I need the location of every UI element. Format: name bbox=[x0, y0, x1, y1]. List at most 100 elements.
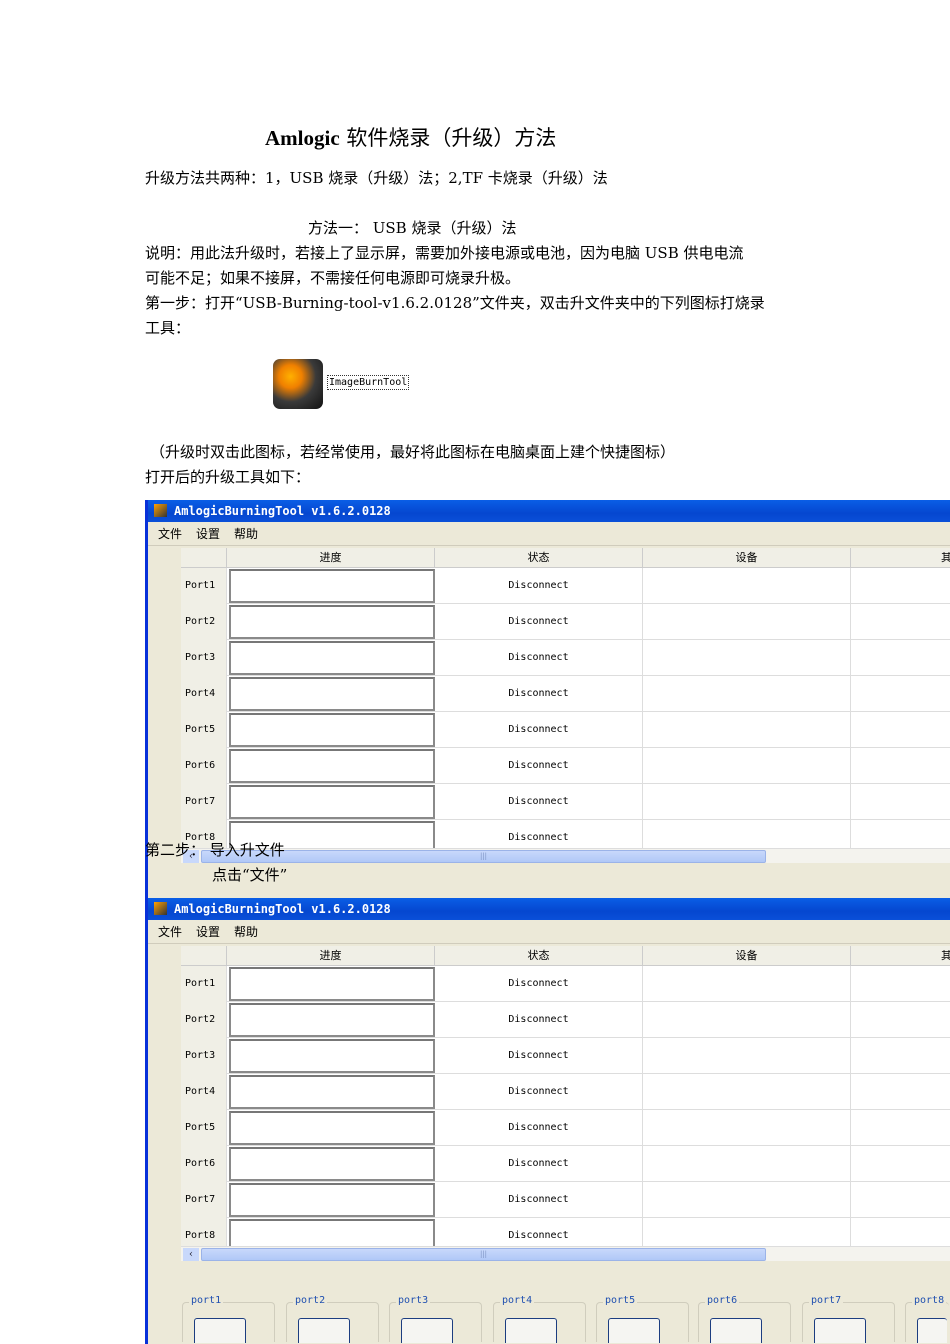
row-port-label: Port4 bbox=[181, 676, 227, 712]
row-port-label: Port3 bbox=[181, 640, 227, 676]
device-cell bbox=[643, 1146, 851, 1182]
port-button[interactable] bbox=[608, 1318, 660, 1343]
status-cell: Disconnect bbox=[435, 568, 643, 604]
port-button[interactable] bbox=[298, 1318, 350, 1343]
intro-text: 升级方法共两种：1，USB 烧录（升级）法；2,TF 卡烧录（升级）法 bbox=[145, 169, 608, 187]
table-row: Port7 Disconnect bbox=[181, 784, 950, 820]
progress-bar bbox=[229, 713, 435, 747]
table-row: Port1 Disconnect bbox=[181, 568, 950, 604]
row-port-label: Port4 bbox=[181, 1074, 227, 1110]
progress-bar bbox=[229, 1183, 435, 1217]
step2-text: 第二步： 导入升文件 bbox=[145, 841, 285, 859]
progress-bar bbox=[229, 967, 435, 1001]
status-cell: Disconnect bbox=[435, 966, 643, 1002]
row-port-label: Port2 bbox=[181, 1002, 227, 1038]
menu-item-file[interactable]: 文件 bbox=[158, 527, 182, 541]
table-row: Port2 Disconnect bbox=[181, 604, 950, 640]
table-row: Port5 Disconnect bbox=[181, 712, 950, 748]
tip-text: （升级时双击此图标，若经常使用，最好将此图标在电脑桌面上建个快捷图标） bbox=[150, 443, 676, 461]
menu-item-help[interactable]: 帮助 bbox=[234, 925, 258, 939]
imageburntool-icon[interactable] bbox=[273, 359, 323, 409]
window-title: AmlogicBurningTool v1.6.2.0128 bbox=[174, 504, 391, 518]
device-cell bbox=[643, 1038, 851, 1074]
burning-tool-window-2: AmlogicBurningTool v1.6.2.0128 文件 设置 帮助 进度 状态… bbox=[145, 898, 950, 1344]
after-open-text: 打开后的升级工具如下： bbox=[145, 468, 311, 486]
progress-bar bbox=[229, 605, 435, 639]
device-cell bbox=[643, 1182, 851, 1218]
port-button[interactable] bbox=[401, 1318, 453, 1343]
column-header[interactable]: 其 bbox=[851, 548, 950, 568]
scroll-thumb[interactable]: ||| bbox=[201, 1248, 766, 1261]
port-group-label: port4 bbox=[500, 1295, 535, 1306]
scroll-thumb[interactable]: ||| bbox=[201, 850, 766, 863]
burning-tool-window-1: AmlogicBurningTool v1.6.2.0128 文件 设置 帮助 进度 状态… bbox=[145, 500, 950, 898]
column-header[interactable]: 设备 bbox=[643, 946, 851, 966]
menu-bar: 文件 设置 帮助 bbox=[148, 522, 950, 546]
menu-item-help[interactable]: 帮助 bbox=[234, 527, 258, 541]
menu-item-settings[interactable]: 设置 bbox=[196, 527, 220, 541]
device-cell bbox=[643, 640, 851, 676]
port-group: port3 bbox=[389, 1295, 482, 1343]
row-port-label: Port7 bbox=[181, 784, 227, 820]
port-button[interactable] bbox=[710, 1318, 762, 1343]
column-header[interactable]: 其 bbox=[851, 946, 950, 966]
menu-item-file[interactable]: 文件 bbox=[158, 925, 182, 939]
table-row: Port1 Disconnect bbox=[181, 966, 950, 1002]
column-header[interactable]: 状态 bbox=[435, 946, 643, 966]
port-table: 进度 状态 设备其 Port1 Disconnect Port2 Disconnect Por… bbox=[181, 946, 950, 1254]
progress-bar bbox=[229, 749, 435, 783]
device-cell bbox=[643, 748, 851, 784]
column-header[interactable]: 进度 bbox=[227, 548, 435, 568]
port-group-label: port3 bbox=[396, 1295, 431, 1306]
status-cell: Disconnect bbox=[435, 712, 643, 748]
row-port-label: Port6 bbox=[181, 1146, 227, 1182]
port-group: port4 bbox=[493, 1295, 586, 1343]
progress-bar bbox=[229, 1003, 435, 1037]
column-header[interactable]: 进度 bbox=[227, 946, 435, 966]
device-cell bbox=[643, 1110, 851, 1146]
row-port-label: Port5 bbox=[181, 1110, 227, 1146]
table-header: 进度 状态 设备其 bbox=[181, 946, 950, 966]
menu-bar: 文件 设置 帮助 bbox=[148, 920, 950, 944]
document-title: Amlogic 软件烧录（升级）方法 bbox=[265, 126, 557, 150]
table-row: Port4 Disconnect bbox=[181, 1074, 950, 1110]
port-group: port5 bbox=[596, 1295, 689, 1343]
progress-bar bbox=[229, 1147, 435, 1181]
progress-bar bbox=[229, 1075, 435, 1109]
table-row: Port7 Disconnect bbox=[181, 1182, 950, 1218]
menu-item-settings[interactable]: 设置 bbox=[196, 925, 220, 939]
table-row: Port3 Disconnect bbox=[181, 1038, 950, 1074]
status-cell: Disconnect bbox=[435, 604, 643, 640]
scroll-left-icon[interactable]: ‹ bbox=[183, 1248, 199, 1261]
column-header[interactable]: 设备 bbox=[643, 548, 851, 568]
port-group-label: port5 bbox=[603, 1295, 638, 1306]
port-group: port8 bbox=[905, 1295, 949, 1343]
row-port-label: Port2 bbox=[181, 604, 227, 640]
horizontal-scrollbar[interactable]: ‹ ||| bbox=[181, 1246, 950, 1261]
port-button[interactable] bbox=[505, 1318, 557, 1343]
row-port-label: Port7 bbox=[181, 1182, 227, 1218]
progress-bar bbox=[229, 677, 435, 711]
step1-line-2: 工具： bbox=[145, 319, 191, 337]
column-header[interactable]: 状态 bbox=[435, 548, 643, 568]
table-row: Port6 Disconnect bbox=[181, 748, 950, 784]
status-cell: Disconnect bbox=[435, 1038, 643, 1074]
progress-bar bbox=[229, 1039, 435, 1073]
port-group: port2 bbox=[286, 1295, 379, 1343]
horizontal-scrollbar[interactable]: ‹ ||| bbox=[181, 848, 950, 863]
port-button[interactable] bbox=[194, 1318, 246, 1343]
device-cell bbox=[643, 1074, 851, 1110]
status-cell: Disconnect bbox=[435, 640, 643, 676]
imageburntool-icon-label[interactable]: ImageBurnTool bbox=[327, 375, 410, 390]
column-header bbox=[181, 946, 227, 966]
device-cell bbox=[643, 568, 851, 604]
port-group-label: port1 bbox=[189, 1295, 224, 1306]
progress-bar bbox=[229, 1111, 435, 1145]
port-group: port6 bbox=[698, 1295, 791, 1343]
port-table: 进度 状态 设备其 Port1 Disconnect Port2 Disconnect Por… bbox=[181, 548, 950, 856]
port-button[interactable] bbox=[917, 1318, 947, 1343]
port-button[interactable] bbox=[814, 1318, 866, 1343]
device-cell bbox=[643, 784, 851, 820]
device-cell bbox=[643, 712, 851, 748]
port-group-label: port6 bbox=[705, 1295, 740, 1306]
